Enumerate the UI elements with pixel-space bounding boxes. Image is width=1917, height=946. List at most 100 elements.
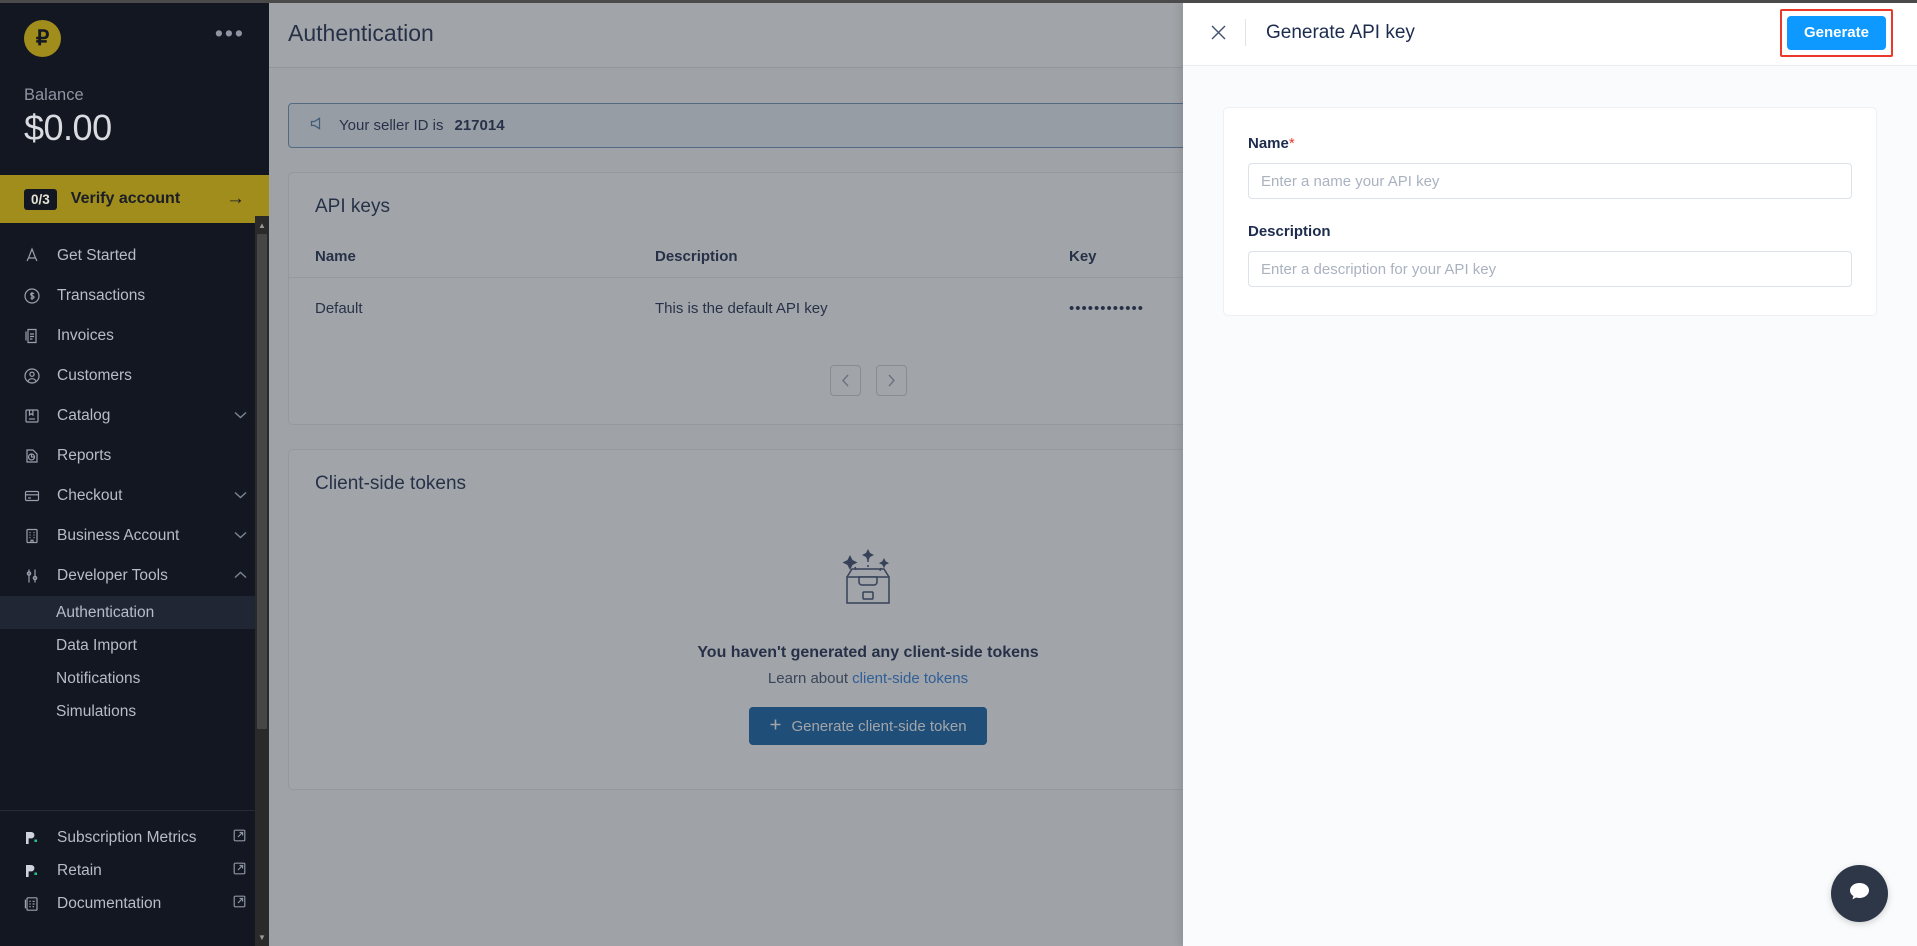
sidebar-item-checkout[interactable]: Checkout [0,476,269,516]
sidebar-item-transactions[interactable]: Transactions [0,276,269,316]
required-asterisk: * [1289,135,1295,152]
sidebar-item-data-import[interactable]: Data Import [0,629,269,662]
sidebar: ₽ ••• Balance $0.00 0/3 Verify account →… [0,0,269,946]
sidebar-label: Developer Tools [57,567,218,585]
close-icon[interactable] [1205,20,1231,46]
generate-button[interactable]: Generate [1787,16,1886,50]
sidebar-nav: Get Started Transactions Invoices Custom… [0,223,269,798]
sidebar-sublabel: Simulations [56,703,136,721]
sliders-icon [22,567,41,586]
paddle-icon [22,828,41,847]
external-link-icon [232,894,247,914]
window-top-edge [0,0,1917,3]
cell-description: This is the default API key [629,278,1069,340]
label-text: Name [1248,135,1289,152]
sidebar-label: Retain [57,862,216,880]
name-field-label: Name* [1248,135,1852,152]
sidebar-item-developer-tools[interactable]: Developer Tools [0,556,269,596]
empty-state-title: You haven't generated any client-side to… [697,644,1038,662]
sidebar-header: ₽ ••• [0,0,269,76]
external-link-icon [232,861,247,881]
generate-api-key-drawer: Generate API key Generate Name* Descript… [1183,0,1917,946]
empty-state-subtitle: Learn about client-side tokens [768,670,968,687]
scroll-down-icon[interactable]: ▼ [255,930,269,944]
sidebar-item-reports[interactable]: Reports [0,436,269,476]
rocket-icon [22,247,41,266]
sidebar-label: Invoices [57,327,247,345]
scroll-up-icon[interactable]: ▲ [255,218,269,232]
doc-icon [22,894,41,913]
description-input[interactable] [1248,251,1852,287]
sidebar-item-documentation[interactable]: Documentation [0,887,269,920]
external-link-icon [232,828,247,848]
sidebar-external-links: Subscription Metrics Retain Documentatio [0,821,269,930]
cell-name: Default [289,278,629,340]
empty-box-sparkle-icon [820,535,916,622]
description-field-label: Description [1248,223,1852,240]
sidebar-item-invoices[interactable]: Invoices [0,316,269,356]
verify-account-label: Verify account [71,190,212,208]
verify-account-banner[interactable]: 0/3 Verify account → [0,175,269,223]
building-icon [22,527,41,546]
more-options-icon[interactable]: ••• [215,28,245,48]
logo-glyph: ₽ [36,28,49,49]
drawer-title: Generate API key [1266,22,1780,44]
sidebar-item-get-started[interactable]: Get Started [0,236,269,276]
column-header-name: Name [289,248,629,278]
page-title: Authentication [288,20,434,47]
name-input[interactable] [1248,163,1852,199]
pagination-prev-button[interactable] [830,365,861,396]
verify-progress-badge: 0/3 [24,189,57,210]
plus-icon [769,718,782,735]
sidebar-label: Documentation [57,895,216,913]
generate-client-side-token-button[interactable]: Generate client-side token [749,707,986,745]
seller-id-text: Your seller ID is [339,117,444,134]
sidebar-sublabel: Data Import [56,637,137,655]
chat-widget-button[interactable] [1831,865,1888,922]
sidebar-label: Business Account [57,527,218,545]
report-icon [22,447,41,466]
sidebar-label: Customers [57,367,247,385]
arrow-right-icon: → [226,188,245,210]
sidebar-item-authentication[interactable]: Authentication [0,596,269,629]
header-divider [1245,19,1246,46]
catalog-icon [22,407,41,426]
paddle-logo[interactable]: ₽ [24,20,61,57]
drawer-header: Generate API key Generate [1183,0,1917,66]
sidebar-label: Reports [57,447,247,465]
card-icon [22,487,41,506]
user-circle-icon [22,367,41,386]
api-key-form: Name* Description [1223,107,1877,316]
chat-bubble-icon [1846,878,1873,910]
megaphone-icon [309,114,328,137]
dollar-circle-icon [22,287,41,306]
sidebar-item-customers[interactable]: Customers [0,356,269,396]
client-side-tokens-link[interactable]: client-side tokens [852,670,968,687]
sidebar-item-notifications[interactable]: Notifications [0,662,269,695]
sidebar-item-retain[interactable]: Retain [0,854,269,887]
sidebar-label: Subscription Metrics [57,829,216,847]
chevron-down-icon [234,410,247,422]
paddle-icon [22,861,41,880]
invoice-icon [22,327,41,346]
generate-button-highlight: Generate [1780,9,1893,57]
sidebar-divider [0,810,269,811]
sidebar-label: Transactions [57,287,247,305]
drawer-body: Name* Description [1183,66,1917,316]
sidebar-item-business-account[interactable]: Business Account [0,516,269,556]
sidebar-label: Checkout [57,487,218,505]
sidebar-item-catalog[interactable]: Catalog [0,396,269,436]
chevron-down-icon [234,530,247,542]
sidebar-label: Get Started [57,247,247,265]
sidebar-scrollbar[interactable]: ▲ ▼ [255,216,269,946]
sidebar-item-subscription-metrics[interactable]: Subscription Metrics [0,821,269,854]
sidebar-label: Catalog [57,407,218,425]
pagination-next-button[interactable] [876,365,907,396]
empty-state-prefix: Learn about [768,670,852,687]
sidebar-scrollbar-thumb[interactable] [257,234,267,729]
chevron-up-icon [234,570,247,582]
chevron-down-icon [234,490,247,502]
sidebar-item-simulations[interactable]: Simulations [0,695,269,728]
sidebar-sublabel: Authentication [56,604,154,622]
sidebar-sublabel: Notifications [56,670,140,688]
